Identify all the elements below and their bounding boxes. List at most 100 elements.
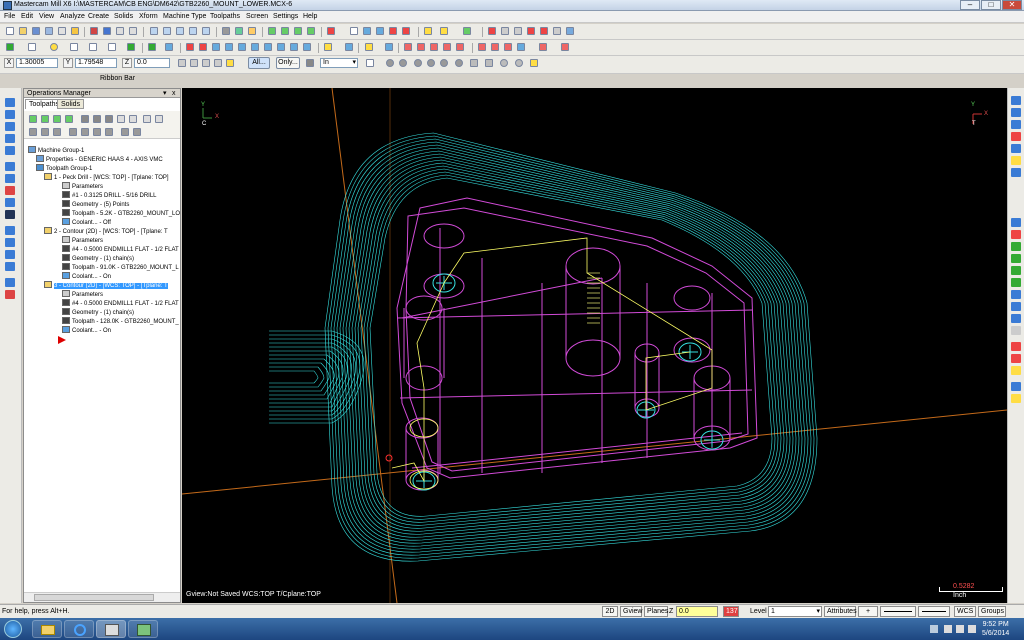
ribbon-help-icon[interactable] (530, 59, 538, 67)
line-width-button[interactable] (918, 606, 950, 617)
options-icon[interactable] (566, 27, 574, 35)
graphics-viewport[interactable]: Y C X Y T X Gview:Not Saved WCS:TOP T/Cp… (182, 88, 1007, 603)
chain-icon[interactable] (463, 27, 471, 35)
dirty-icon[interactable] (553, 27, 561, 35)
tree-op-3-toolpath[interactable]: Toolpath - 128.0K - GTB2260_MOUNT_ (62, 317, 179, 325)
x-coordinate-input[interactable]: 1.30005 (16, 58, 58, 68)
surface-finish-icon[interactable] (491, 43, 499, 51)
tab-solids[interactable]: Solids (57, 99, 85, 109)
trim-icon[interactable] (148, 43, 156, 51)
view-front-icon[interactable] (1011, 108, 1021, 117)
insert-arrow-marker[interactable] (58, 336, 66, 344)
fit-icon[interactable] (189, 27, 197, 35)
delete-ops-icon[interactable] (143, 115, 151, 123)
help-icon[interactable] (71, 27, 79, 35)
surface-tool-icon[interactable] (5, 122, 15, 131)
menu-create[interactable]: Create (88, 13, 109, 20)
clear-icon[interactable] (515, 59, 523, 67)
mru-2-icon[interactable] (1011, 230, 1021, 239)
menu-screen[interactable]: Screen (246, 13, 268, 20)
tree-op-3-coolant[interactable]: Coolant... - On (62, 326, 111, 334)
color-tool-icon[interactable] (5, 186, 15, 195)
level-field[interactable]: 1 ▾ (768, 606, 822, 617)
multiaxis-icon[interactable] (504, 43, 512, 51)
area-select-icon[interactable] (414, 59, 422, 67)
expand-icon[interactable] (133, 128, 141, 136)
wcs-button[interactable]: WCS (954, 606, 976, 617)
planes-button[interactable]: Planes (644, 606, 668, 617)
mru-10-icon[interactable] (1011, 326, 1021, 335)
tree-op-1-tool[interactable]: #1 - 0.3125 DRILL - 5/16 DRILL (62, 191, 157, 199)
polygon-select-icon[interactable] (455, 59, 463, 67)
solid-box-icon[interactable] (5, 226, 15, 235)
regen-selected-icon[interactable] (53, 115, 61, 123)
y-coordinate-input[interactable]: 1.79548 (75, 58, 117, 68)
mru-15-icon[interactable] (1011, 394, 1021, 403)
array-icon[interactable] (264, 43, 272, 51)
highfeed-icon[interactable] (129, 115, 137, 123)
single-select-icon[interactable] (427, 59, 435, 67)
rectangle-icon[interactable] (127, 43, 135, 51)
stock-icon[interactable] (517, 43, 525, 51)
mill-face-icon[interactable] (443, 43, 451, 51)
print-icon[interactable] (58, 27, 66, 35)
shaded-icon[interactable] (235, 27, 243, 35)
maximize-button[interactable]: □ (981, 0, 1001, 10)
tree-op-3-geometry[interactable]: Geometry - (1) chain(s) (62, 308, 134, 316)
mru-7-icon[interactable] (1011, 290, 1021, 299)
tree-op-1-geometry[interactable]: Geometry - (5) Points (62, 200, 129, 208)
mru-13-icon[interactable] (1011, 366, 1021, 375)
redo-icon[interactable] (103, 27, 111, 35)
menu-file[interactable]: File (4, 13, 15, 20)
iso-view-icon[interactable] (307, 27, 315, 35)
mru-12-icon[interactable] (1011, 354, 1021, 363)
mirror-icon[interactable] (212, 43, 220, 51)
verify-ops-icon[interactable] (93, 115, 101, 123)
menu-settings[interactable]: Settings (273, 13, 298, 20)
rotate-icon[interactable] (199, 43, 207, 51)
front-view-icon[interactable] (281, 27, 289, 35)
tray-volume-icon[interactable] (968, 625, 976, 633)
translate-icon[interactable] (186, 43, 194, 51)
simulate-ops-icon[interactable] (105, 115, 113, 123)
select-dirty-icon[interactable] (41, 115, 49, 123)
menu-analyze[interactable]: Analyze (60, 13, 85, 20)
menu-toolpaths[interactable]: Toolpaths (210, 13, 240, 20)
regen-icon[interactable] (540, 27, 548, 35)
stretch-icon[interactable] (277, 43, 285, 51)
g1-post-icon[interactable] (117, 115, 125, 123)
offset-icon[interactable] (238, 43, 246, 51)
move-down-icon[interactable] (53, 128, 61, 136)
mode-2d-button[interactable]: 2D (602, 606, 618, 617)
line-icon[interactable] (28, 43, 36, 51)
mill-2d-hsm-icon[interactable] (456, 43, 464, 51)
level-label[interactable]: Level (750, 608, 767, 615)
tree-op-3-tool[interactable]: #4 - 0.5000 ENDMILL1 FLAT - 1/2 FLAT (62, 299, 179, 307)
insert-arrow-icon[interactable] (81, 128, 89, 136)
color-swatch[interactable]: 137 (723, 606, 739, 617)
menu-edit[interactable]: Edit (21, 13, 33, 20)
tree-op-2-coolant[interactable]: Coolant... - On (62, 272, 111, 280)
mru-9-icon[interactable] (1011, 314, 1021, 323)
tree-properties[interactable]: Properties - GENERIC HAAS 4 - AXIS VMC (36, 155, 163, 163)
zoom-in-icon[interactable] (163, 27, 171, 35)
vector-select-icon[interactable] (440, 59, 448, 67)
tree-op-1-toolpath[interactable]: Toolpath - 5.2K - GTB2260_MOUNT_LO (62, 209, 180, 217)
view-top-icon[interactable] (1011, 96, 1021, 105)
verify-icon[interactable] (501, 27, 509, 35)
result-icon[interactable] (500, 59, 508, 67)
toolpath-transform-icon[interactable] (539, 43, 547, 51)
analysis-tool-icon[interactable] (5, 290, 15, 299)
gview-button[interactable]: Gview (620, 606, 642, 617)
mill-drill-icon[interactable] (417, 43, 425, 51)
tree-op-2-tool[interactable]: #4 - 0.5000 ENDMILL1 FLAT - 1/2 FLAT (62, 245, 179, 253)
ops-horizontal-scrollbar[interactable] (24, 592, 180, 602)
tree-op-2-toolpath[interactable]: Toolpath - 91.0K - GTB2260_MOUNT_L (62, 263, 179, 271)
solid-extrude-icon[interactable] (385, 43, 393, 51)
side-view-icon[interactable] (294, 27, 302, 35)
mill-contour-icon[interactable] (404, 43, 412, 51)
regen-all-icon[interactable] (65, 115, 73, 123)
view-prev-icon[interactable] (1011, 156, 1021, 165)
single-op-icon[interactable] (105, 128, 113, 136)
view-right-icon[interactable] (1011, 132, 1021, 141)
